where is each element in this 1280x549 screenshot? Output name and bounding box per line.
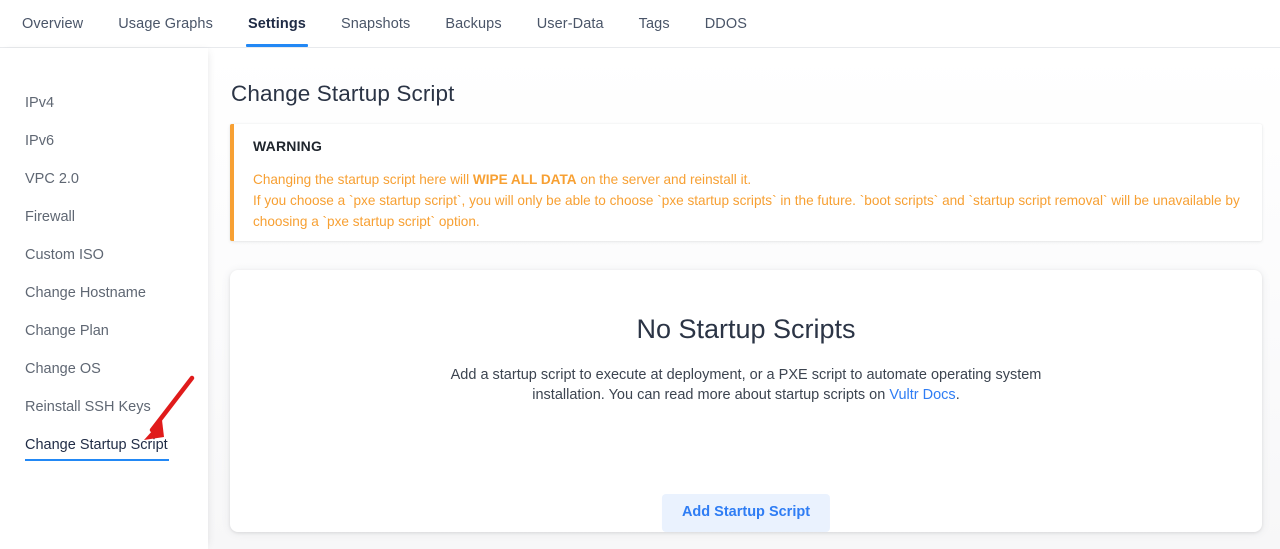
sidebar-row: IPv4 (0, 84, 208, 122)
primary-tab-bar: Overview Usage Graphs Settings Snapshots… (0, 0, 1280, 48)
sidebar-item-reinstall-ssh-keys[interactable]: Reinstall SSH Keys (25, 388, 151, 426)
sidebar-item-label: VPC 2.0 (25, 171, 79, 187)
tab-overview[interactable]: Overview (22, 0, 83, 47)
tab-tags-label: Tags (638, 15, 670, 32)
sidebar-row: Change Startup Script (0, 426, 208, 464)
sidebar-item-label: Custom ISO (25, 247, 104, 263)
sidebar-row: Reinstall SSH Keys (0, 388, 208, 426)
page-body: IPv4 IPv6 VPC 2.0 Firewall Custom ISO Ch… (0, 48, 1280, 549)
sidebar-row: VPC 2.0 (0, 160, 208, 198)
sidebar-row: Change Plan (0, 312, 208, 350)
warning-panel: WARNING Changing the startup script here… (230, 124, 1262, 241)
settings-page: Overview Usage Graphs Settings Snapshots… (0, 0, 1280, 549)
warning-line-1-pre: Changing the startup script here will (253, 172, 473, 187)
sidebar-item-change-os[interactable]: Change OS (25, 350, 101, 388)
empty-state-description: Add a startup script to execute at deplo… (432, 365, 1060, 405)
sidebar-item-label: Change Hostname (25, 285, 146, 301)
sidebar-item-change-startup-script[interactable]: Change Startup Script (25, 426, 169, 464)
sidebar-item-label: IPv4 (25, 95, 55, 111)
sidebar-item-vpc[interactable]: VPC 2.0 (25, 160, 79, 198)
tab-backups[interactable]: Backups (445, 0, 501, 47)
tab-usage-graphs-label: Usage Graphs (118, 15, 213, 32)
tab-usage-graphs[interactable]: Usage Graphs (118, 0, 213, 47)
page-title: Change Startup Script (231, 81, 455, 106)
tab-user-data-label: User-Data (536, 15, 604, 32)
empty-state-description-post: . (955, 387, 960, 403)
tab-overview-label: Overview (22, 15, 84, 32)
tab-user-data[interactable]: User-Data (537, 0, 604, 47)
warning-line-1-emphasis: WIPE ALL DATA (472, 172, 577, 187)
sidebar-row: Change OS (0, 350, 208, 388)
sidebar-item-label: Reinstall SSH Keys (25, 399, 151, 415)
tab-snapshots[interactable]: Snapshots (341, 0, 410, 47)
sidebar-list: IPv4 IPv6 VPC 2.0 Firewall Custom ISO Ch… (0, 48, 208, 464)
sidebar-item-label: Firewall (25, 209, 75, 225)
sidebar-item-change-plan[interactable]: Change Plan (25, 312, 109, 350)
sidebar-row: Firewall (0, 198, 208, 236)
warning-line-1: Changing the startup script here will WI… (253, 169, 1244, 190)
tab-snapshots-label: Snapshots (340, 15, 411, 32)
add-startup-script-button[interactable]: Add Startup Script (661, 494, 831, 532)
sidebar-item-label: Change Startup Script (25, 437, 168, 453)
sidebar-item-label: Change OS (25, 361, 101, 377)
startup-scripts-card: No Startup Scripts Add a startup script … (230, 270, 1262, 532)
sidebar-item-ipv4[interactable]: IPv4 (25, 84, 54, 122)
tab-settings[interactable]: Settings (245, 0, 308, 47)
warning-line-2: If you choose a `pxe startup script`, yo… (253, 193, 1240, 229)
sidebar-item-custom-iso[interactable]: Custom ISO (25, 236, 104, 274)
warning-heading: WARNING (253, 138, 323, 154)
settings-sidebar: IPv4 IPv6 VPC 2.0 Firewall Custom ISO Ch… (0, 48, 208, 549)
tab-backups-label: Backups (445, 15, 502, 32)
sidebar-row: Change Hostname (0, 274, 208, 312)
empty-state-title: No Startup Scripts (636, 314, 856, 344)
sidebar-item-change-hostname[interactable]: Change Hostname (25, 274, 146, 312)
sidebar-row: IPv6 (0, 122, 208, 160)
sidebar-row: Custom ISO (0, 236, 208, 274)
sidebar-item-label: Change Plan (25, 323, 109, 339)
main-content: Change Startup Script WARNING Changing t… (208, 48, 1280, 549)
warning-body: Changing the startup script here will WI… (253, 169, 1244, 232)
sidebar-item-label: IPv6 (25, 133, 55, 149)
tab-settings-label: Settings (247, 15, 306, 32)
vultr-docs-link[interactable]: Vultr Docs (889, 387, 955, 403)
tab-ddos[interactable]: DDOS (705, 0, 747, 47)
sidebar-item-firewall[interactable]: Firewall (25, 198, 75, 236)
tab-tags[interactable]: Tags (639, 0, 670, 47)
sidebar-item-ipv6[interactable]: IPv6 (25, 122, 54, 160)
warning-line-1-post: on the server and reinstall it. (576, 172, 752, 187)
tab-ddos-label: DDOS (704, 15, 747, 32)
